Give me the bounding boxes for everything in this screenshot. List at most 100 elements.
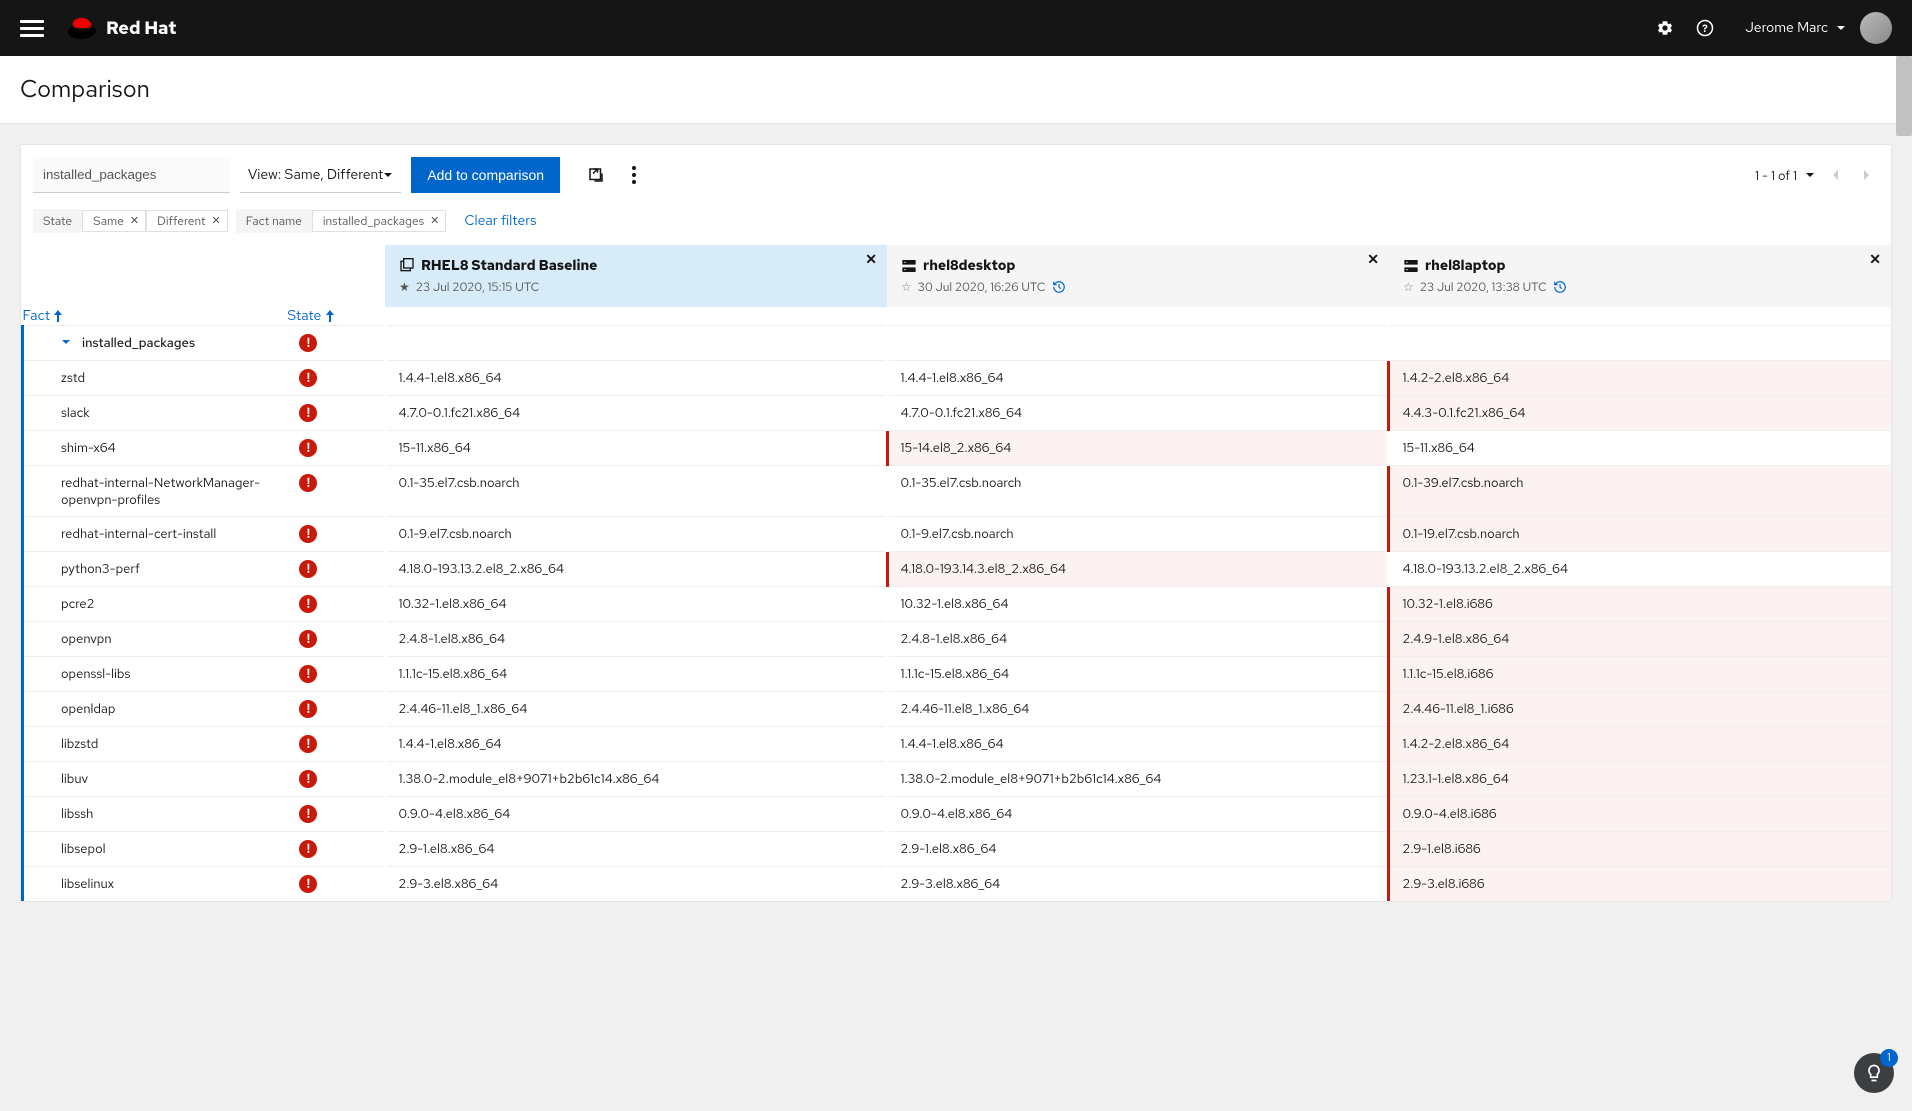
star-icon[interactable]: ★ (399, 279, 410, 295)
chevron-down-icon[interactable] (1805, 170, 1815, 180)
fact-name: python3-perf (23, 552, 288, 587)
fact-column-header[interactable]: Fact (23, 307, 288, 326)
insights-help-button[interactable]: 1 (1854, 1053, 1894, 1093)
value-cell: 4.7.0-0.1.fc21.x86_64 (887, 396, 1389, 431)
sort-asc-icon (53, 310, 63, 322)
menu-toggle[interactable] (20, 20, 44, 37)
next-page-button[interactable] (1855, 163, 1879, 187)
help-badge: 1 (1880, 1049, 1898, 1067)
value-cell: 15-11.x86_64 (1389, 431, 1891, 466)
state-cell: ! (287, 762, 385, 797)
error-icon: ! (299, 700, 317, 718)
value-cell: 1.4.2-2.el8.x86_64 (1389, 727, 1891, 762)
user-menu[interactable]: Jerome Marc (1745, 19, 1846, 37)
value-cell: 1.4.2-2.el8.x86_64 (1389, 361, 1891, 396)
system-name: RHEL8 Standard Baseline (421, 257, 597, 275)
error-icon: ! (299, 595, 317, 613)
fact-name: pcre2 (23, 587, 288, 622)
value-cell: 15-11.x86_64 (385, 431, 887, 466)
fact-name: redhat-internal-NetworkManager-openvpn-p… (23, 466, 288, 517)
value-cell: 10.32-1.el8.i686 (1389, 587, 1891, 622)
export-icon[interactable] (586, 165, 606, 185)
system-date: 23 Jul 2020, 13:38 UTC (1420, 279, 1547, 295)
error-icon: ! (299, 630, 317, 648)
value-cell: 2.4.46-11.el8_1.i686 (1389, 692, 1891, 727)
state-cell: ! (287, 867, 385, 902)
system-name: rhel8desktop (923, 257, 1015, 275)
value-cell: 0.9.0-4.el8.x86_64 (385, 797, 887, 832)
state-cell: ! (287, 466, 385, 517)
state-column-header[interactable]: State (287, 307, 385, 326)
state-cell: ! (287, 431, 385, 466)
value-cell: 1.4.4-1.el8.x86_64 (887, 727, 1389, 762)
fact-filter-input[interactable] (33, 157, 230, 193)
remove-system-button[interactable]: ✕ (1367, 251, 1379, 269)
star-icon[interactable]: ☆ (901, 279, 912, 295)
value-cell: 1.38.0-2.module_el8+9071+b2b61c14.x86_64 (385, 762, 887, 797)
system-date: 23 Jul 2020, 15:15 UTC (416, 279, 540, 295)
server-icon (901, 258, 917, 274)
value-cell: 1.23.1-1.el8.x86_64 (1389, 762, 1891, 797)
view-select[interactable]: View: Same, Different (240, 157, 401, 193)
scrollbar[interactable] (1896, 56, 1912, 1111)
redhat-icon (68, 17, 96, 39)
value-cell: 0.1-35.el7.csb.noarch (385, 466, 887, 517)
star-icon[interactable]: ☆ (1403, 279, 1414, 295)
error-icon: ! (299, 525, 317, 543)
settings-icon[interactable] (1653, 16, 1677, 40)
value-cell: 15-14.el8_2.x86_64 (887, 431, 1389, 466)
chevron-down-icon (61, 337, 71, 347)
fact-name: redhat-internal-cert-install (23, 517, 288, 552)
remove-system-button[interactable]: ✕ (865, 251, 877, 269)
prev-page-button[interactable] (1823, 163, 1847, 187)
state-cell: ! (287, 396, 385, 431)
error-icon: ! (299, 735, 317, 753)
filter-chips: State Same✕ Different✕ Fact name install… (21, 193, 1891, 245)
error-icon: ! (299, 334, 317, 352)
value-cell: 1.4.4-1.el8.x86_64 (385, 361, 887, 396)
close-icon: ✕ (130, 214, 139, 228)
brand-logo[interactable]: Red Hat (68, 17, 176, 40)
value-cell: 4.7.0-0.1.fc21.x86_64 (385, 396, 887, 431)
state-cell: ! (287, 832, 385, 867)
value-cell: 2.9-1.el8.x86_64 (385, 832, 887, 867)
state-cell: ! (287, 361, 385, 396)
fact-name: libsepol (23, 832, 288, 867)
chip-state-different[interactable]: Different✕ (146, 210, 228, 232)
value-cell: 2.4.8-1.el8.x86_64 (385, 622, 887, 657)
state-cell: ! (287, 692, 385, 727)
page-title: Comparison (20, 74, 1892, 105)
add-to-comparison-button[interactable]: Add to comparison (411, 157, 560, 193)
state-cell: ! (287, 326, 385, 361)
fact-name: libssh (23, 797, 288, 832)
brand-text: Red Hat (106, 17, 176, 40)
value-cell: 1.1.1c-15.el8.x86_64 (887, 657, 1389, 692)
error-icon: ! (299, 770, 317, 788)
pagination: 1 - 1 of 1 (1755, 163, 1879, 187)
history-icon[interactable] (1553, 280, 1567, 294)
chip-group-label-fact: Fact name (236, 209, 312, 233)
error-icon: ! (299, 805, 317, 823)
error-icon: ! (299, 875, 317, 893)
help-icon[interactable]: ? (1693, 16, 1717, 40)
system-header: ✕ rhel8desktop ☆ 30 Jul 2020, 16:26 UTC (887, 245, 1389, 307)
value-cell: 2.9-1.el8.x86_64 (887, 832, 1389, 867)
kebab-icon[interactable] (624, 165, 644, 185)
system-date: 30 Jul 2020, 16:26 UTC (918, 279, 1046, 295)
value-cell: 1.4.4-1.el8.x86_64 (887, 361, 1389, 396)
value-cell: 0.1-35.el7.csb.noarch (887, 466, 1389, 517)
value-cell: 1.38.0-2.module_el8+9071+b2b61c14.x86_64 (887, 762, 1389, 797)
history-icon[interactable] (1052, 280, 1066, 294)
value-cell: 2.9-3.el8.i686 (1389, 867, 1891, 902)
chip-state-same[interactable]: Same✕ (82, 210, 146, 232)
fact-row-toggle[interactable]: installed_packages (23, 326, 288, 361)
avatar[interactable] (1860, 12, 1892, 44)
remove-system-button[interactable]: ✕ (1869, 251, 1881, 269)
value-cell: 0.9.0-4.el8.i686 (1389, 797, 1891, 832)
chip-group-label-state: State (33, 209, 82, 233)
value-cell: 10.32-1.el8.x86_64 (887, 587, 1389, 622)
value-cell: 1.1.1c-15.el8.i686 (1389, 657, 1891, 692)
clear-filters-link[interactable]: Clear filters (464, 212, 536, 230)
chip-fact-installed-packages[interactable]: installed_packages✕ (312, 210, 447, 232)
state-cell: ! (287, 622, 385, 657)
